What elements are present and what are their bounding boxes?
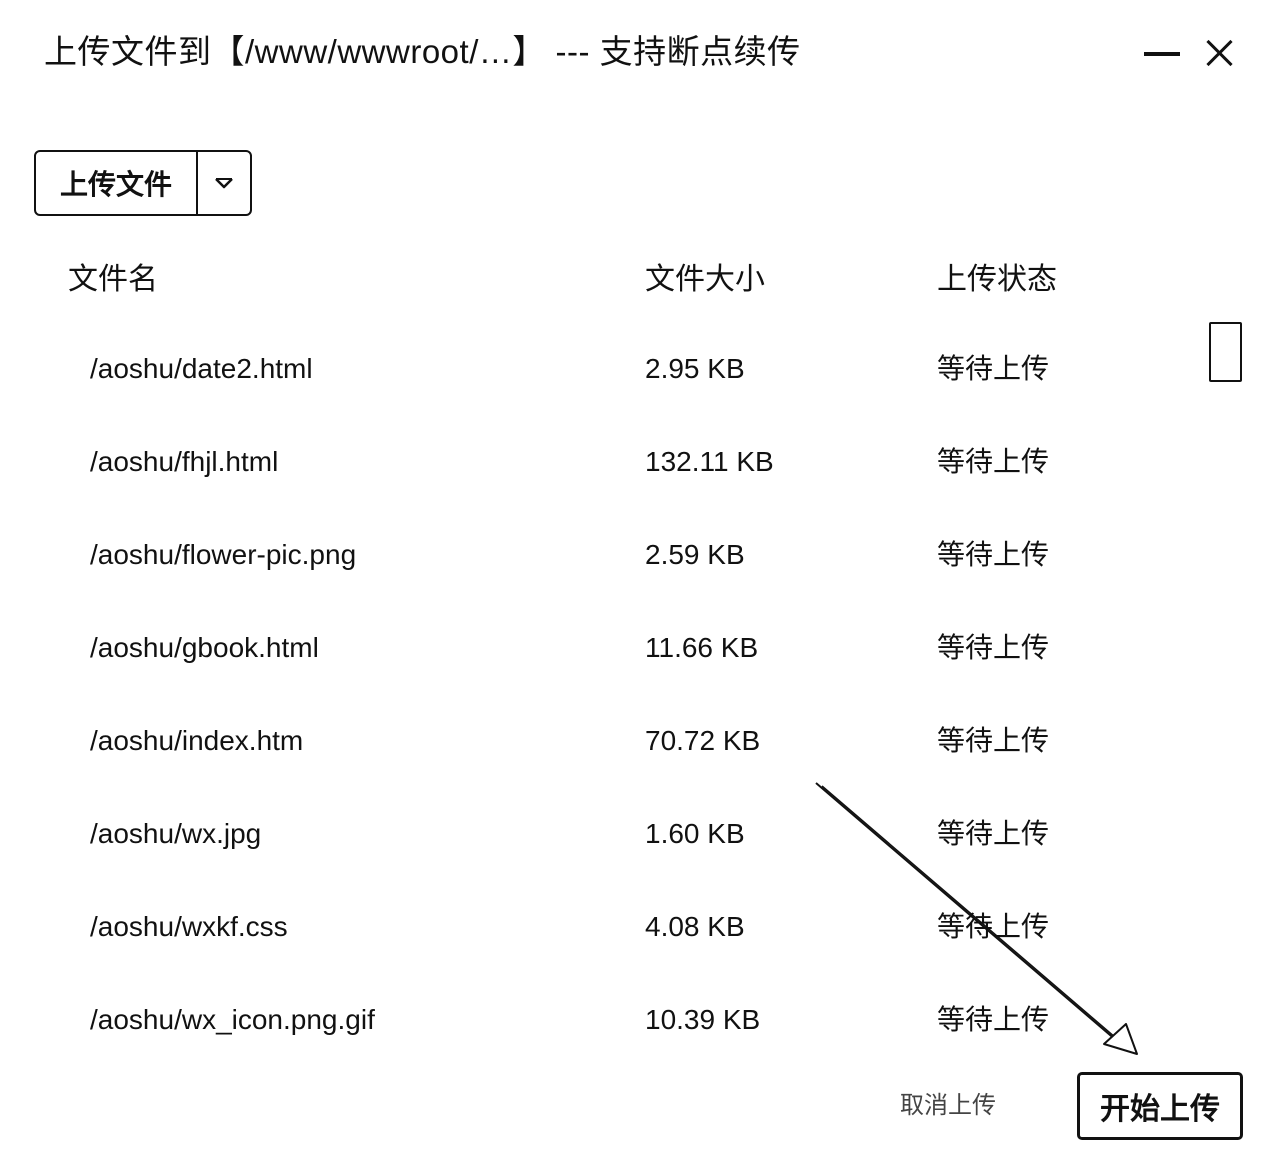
- upload-status: 等待上传: [937, 911, 1050, 942]
- file-name: /aoshu/wxkf.css: [90, 911, 288, 942]
- file-size: 11.66 KB: [645, 632, 759, 663]
- upload-status: 等待上传: [937, 353, 1050, 384]
- column-header-filename: 文件名: [68, 263, 158, 296]
- upload-dropdown-button[interactable]: [198, 152, 250, 214]
- upload-status: 等待上传: [937, 632, 1050, 663]
- table-row[interactable]: /aoshu/wxkf.css 4.08 KB 等待上传: [0, 880, 1200, 973]
- file-size: 2.95 KB: [645, 353, 745, 384]
- minimize-button[interactable]: [1140, 26, 1184, 76]
- file-name: /aoshu/date2.html: [90, 353, 313, 384]
- table-row[interactable]: /aoshu/date2.html 2.95 KB 等待上传: [0, 322, 1200, 415]
- file-name: /aoshu/wx_icon.png.gif: [90, 1004, 375, 1035]
- minimize-icon: [1144, 52, 1180, 56]
- file-name: /aoshu/gbook.html: [90, 632, 319, 663]
- file-name: /aoshu/wx.jpg: [90, 818, 262, 849]
- chevron-down-icon: [215, 178, 233, 189]
- cancel-upload-button[interactable]: 取消上传: [900, 1086, 1020, 1126]
- upload-split-button: 上传文件: [34, 150, 252, 216]
- window-title: 上传文件到【/www/wwwroot/…】 --- 支持断点续传: [44, 33, 801, 70]
- scrollbar-thumb[interactable]: [1209, 322, 1242, 382]
- file-name: /aoshu/flower-pic.png: [90, 539, 357, 570]
- upload-files-button[interactable]: 上传文件: [36, 152, 198, 214]
- upload-status: 等待上传: [937, 446, 1050, 477]
- column-header-filesize: 文件大小: [645, 263, 765, 296]
- table-row[interactable]: /aoshu/flower-pic.png 2.59 KB 等待上传: [0, 508, 1200, 601]
- table-row[interactable]: /aoshu/wx_icon.png.gif 10.39 KB 等待上传: [0, 973, 1200, 1066]
- table-row[interactable]: /aoshu/fhjl.html 132.11 KB 等待上传: [0, 415, 1200, 508]
- table-row[interactable]: /aoshu/gbook.html 11.66 KB 等待上传: [0, 601, 1200, 694]
- file-size: 10.39 KB: [645, 1004, 761, 1035]
- close-button[interactable]: [1198, 26, 1242, 76]
- file-size: 4.08 KB: [645, 911, 745, 942]
- table-row[interactable]: /aoshu/index.htm 70.72 KB 等待上传: [0, 694, 1200, 787]
- file-list: /aoshu/date2.html 2.95 KB 等待上传 /aoshu/fh…: [0, 322, 1200, 1066]
- upload-status: 等待上传: [937, 725, 1050, 756]
- file-size: 70.72 KB: [645, 725, 761, 756]
- upload-status: 等待上传: [937, 818, 1050, 849]
- file-size: 132.11 KB: [645, 446, 774, 477]
- column-header-status: 上传状态: [937, 263, 1057, 296]
- file-name: /aoshu/index.htm: [90, 725, 304, 756]
- file-size: 1.60 KB: [645, 818, 745, 849]
- file-size: 2.59 KB: [645, 539, 745, 570]
- upload-status: 等待上传: [937, 1004, 1050, 1035]
- start-upload-button[interactable]: 开始上传: [1077, 1072, 1243, 1140]
- file-name: /aoshu/fhjl.html: [90, 446, 279, 477]
- upload-status: 等待上传: [937, 539, 1050, 570]
- table-row[interactable]: /aoshu/wx.jpg 1.60 KB 等待上传: [0, 787, 1200, 880]
